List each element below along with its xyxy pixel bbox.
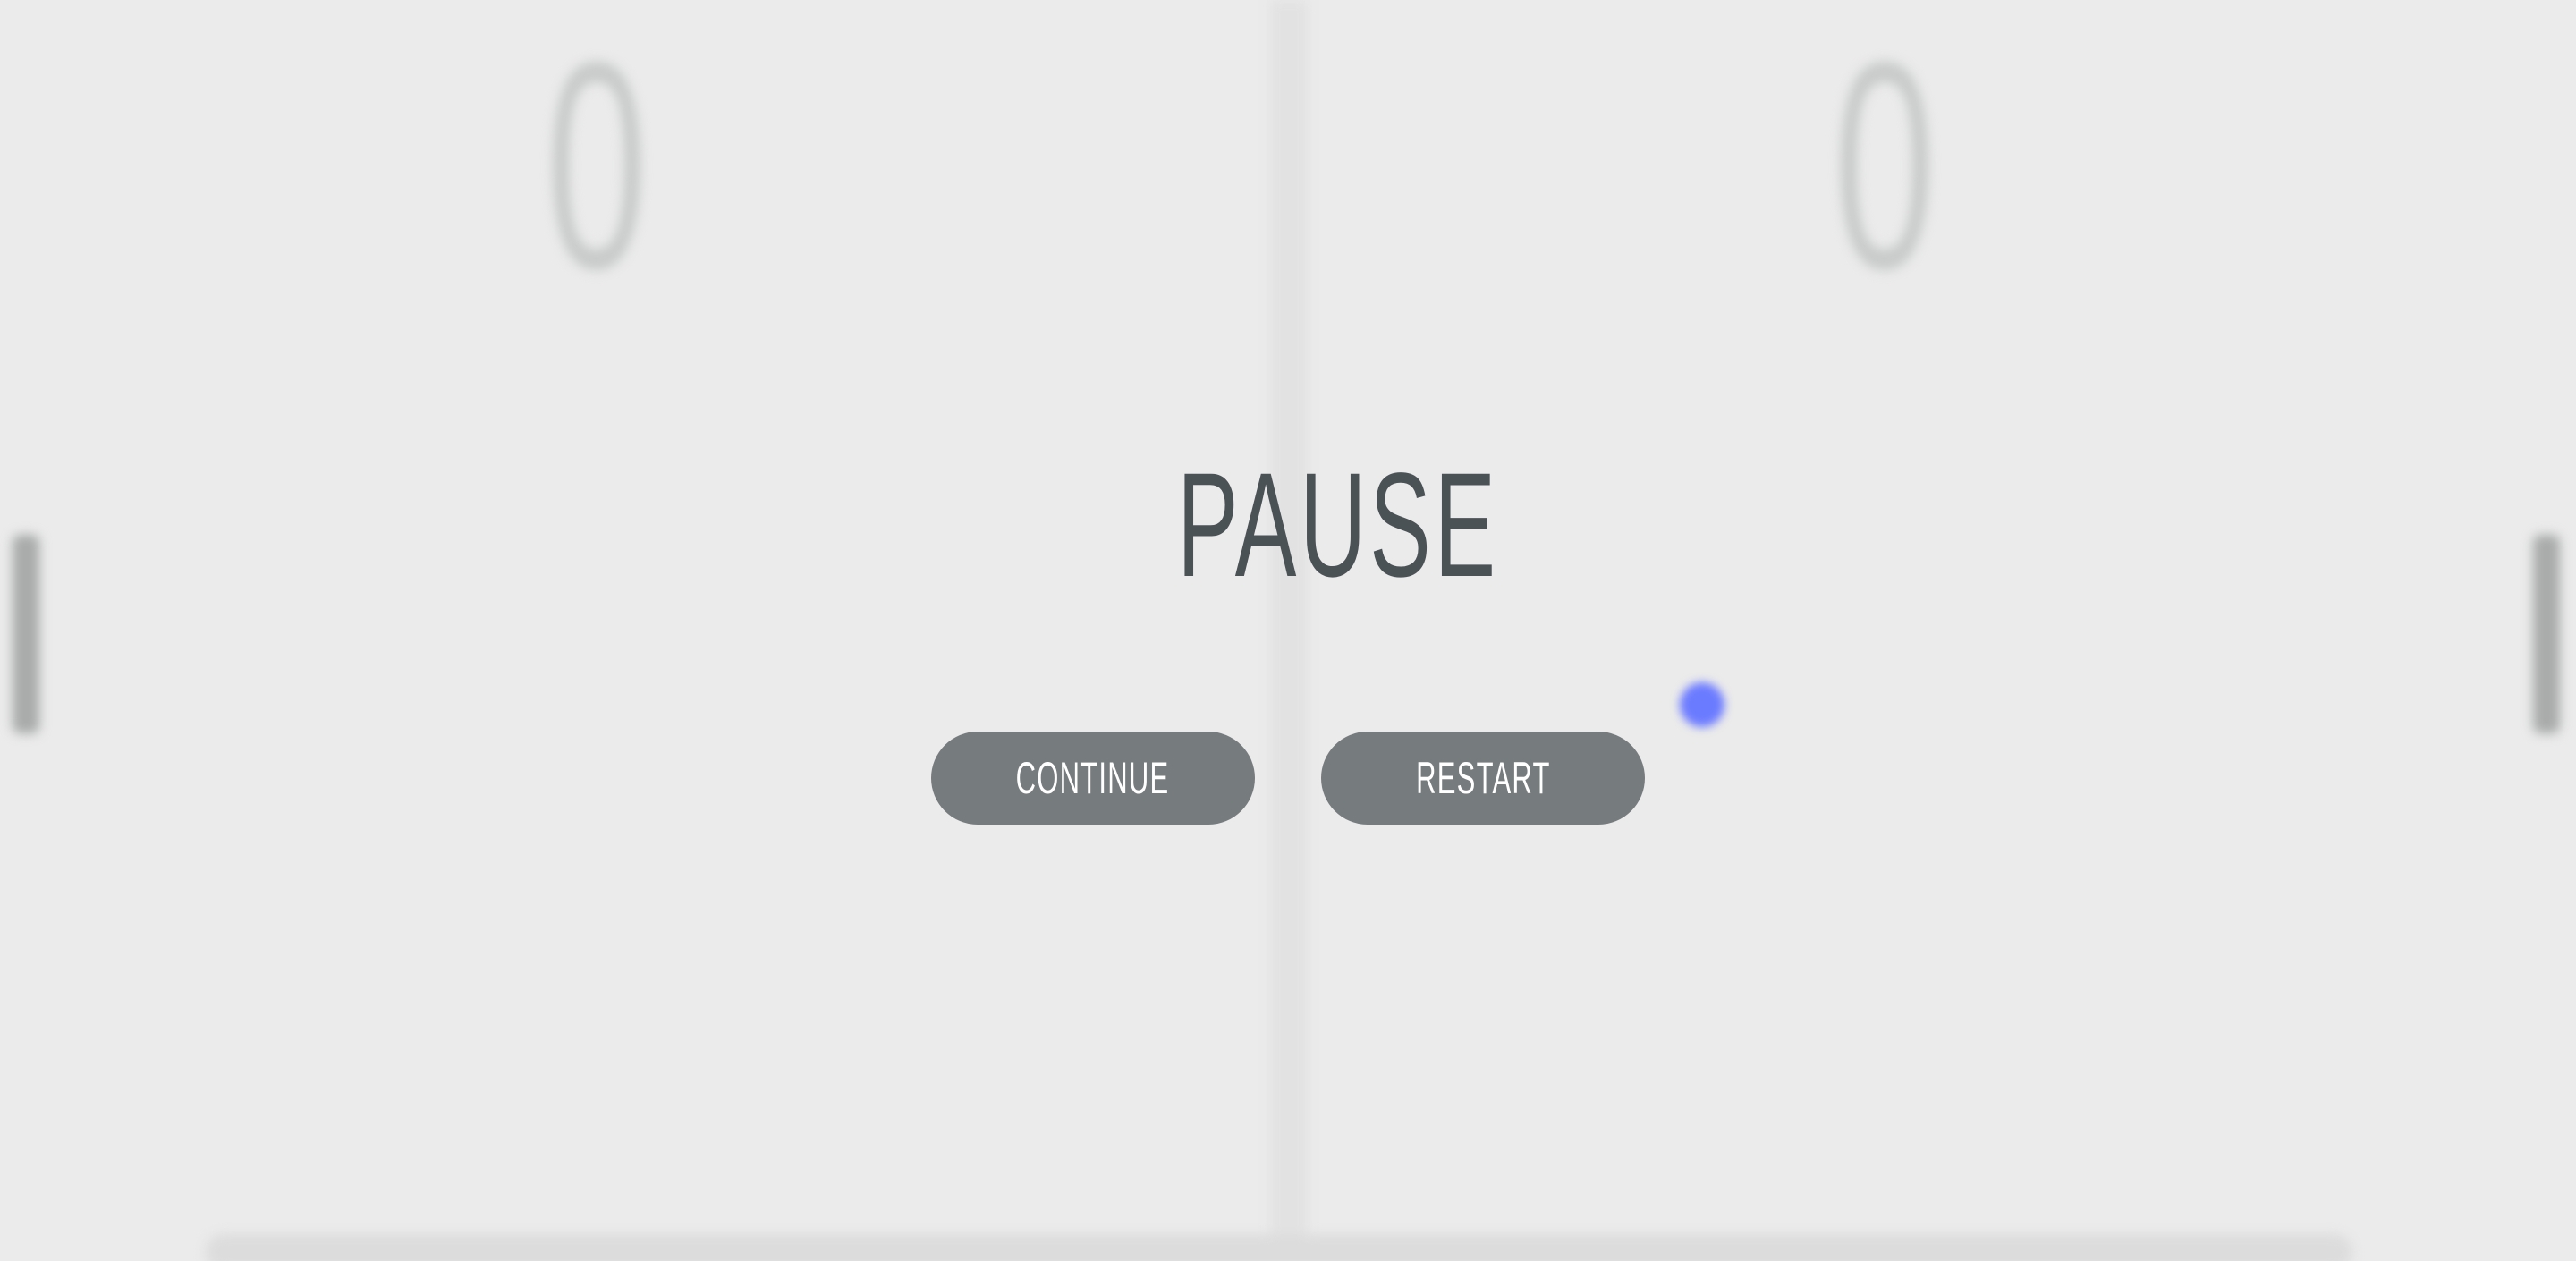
restart-button[interactable]: RESTART: [1321, 732, 1645, 825]
left-paddle: [13, 535, 39, 733]
field-bottom-shadow: [206, 1234, 2352, 1261]
blurred-game-field: 0 0: [0, 0, 2576, 1261]
restart-button-label: RESTART: [1415, 753, 1551, 803]
right-player-score: 0: [1834, 0, 1936, 330]
continue-button-label: CONTINUE: [1016, 753, 1170, 803]
pause-title: PAUSE: [1177, 443, 1499, 608]
game-stage: 0 0 PAUSE CONTINUE RESTART: [0, 0, 2576, 1261]
ball: [1680, 682, 1724, 727]
center-net-line: [1270, 0, 1308, 1261]
right-paddle: [2533, 535, 2560, 733]
left-player-score: 0: [546, 0, 648, 330]
continue-button[interactable]: CONTINUE: [931, 732, 1255, 825]
